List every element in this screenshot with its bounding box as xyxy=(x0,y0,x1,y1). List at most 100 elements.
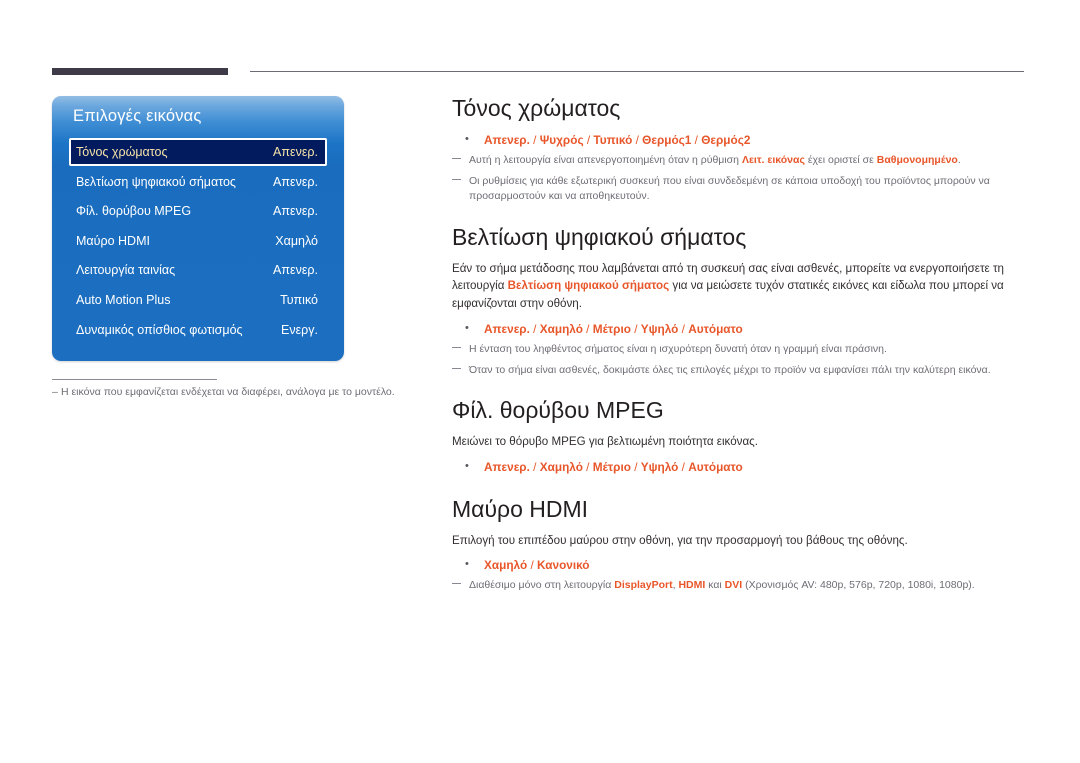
section-paragraph-0: Επιλογή του επιπέδου μαύρου στην οθόνη, … xyxy=(452,532,1024,550)
text-run-opt: Υψηλό xyxy=(640,321,679,336)
text-run-plain: Οι ρυθμίσεις για κάθε εξωτερική συσκευή … xyxy=(469,174,990,203)
section-paragraph-0: Μειώνει το θόρυβο MPEG για βελτιωμένη πο… xyxy=(452,433,1024,451)
osd-row-value: Απενερ. xyxy=(273,145,318,159)
text-run-sep: / xyxy=(529,321,540,336)
osd-row-value: Απενερ. xyxy=(273,174,318,189)
note-dash-icon xyxy=(452,157,461,160)
osd-row-0[interactable]: Τόνος χρώματος Απενερ. xyxy=(69,138,327,166)
osd-row-label: Τόνος χρώματος xyxy=(76,145,168,159)
osd-panel-title: Επιλογές εικόνας xyxy=(73,107,202,125)
note-item-1: Οι ρυθμίσεις για κάθε εξωτερική συσκευή … xyxy=(452,174,1024,206)
page-header-rules xyxy=(0,0,1080,90)
section-2: Φίλ. θορύβου MPEG Μειώνει το θόρυβο MPEG … xyxy=(452,398,1024,476)
osd-row-label: Μαύρο HDMI xyxy=(76,233,150,248)
text-run-opt: Θερμός1 xyxy=(642,132,692,147)
text-run-hl: HDMI xyxy=(678,579,706,592)
section-paragraph-0: Εάν το σήμα μετάδοσης που λαμβάνεται από… xyxy=(452,260,1024,313)
text-run-hl: DVI xyxy=(724,579,743,592)
text-run-sep: / xyxy=(582,321,593,336)
text-run-opt: Χαμηλό xyxy=(484,558,528,573)
section-heading: Βελτίωση ψηφιακού σήματος xyxy=(452,224,747,251)
header-accent-bar xyxy=(52,68,228,75)
right-column: Τόνος χρώματος • Απενερ. / Ψυχρός / Τυπικό… xyxy=(452,95,1024,599)
footnote-text: Η εικόνα που εμφανίζεται ενδέχεται να δι… xyxy=(61,386,395,398)
text-run-plain: Διαθέσιμο μόνο στη λειτουργία xyxy=(469,579,615,592)
text-run-plain: Επιλογή του επιπέδου μαύρου στην οθόνη, … xyxy=(452,533,908,547)
osd-row-value: Χαμηλό xyxy=(275,233,318,248)
note-dash-icon xyxy=(452,178,461,181)
text-run-opt: Αυτόματο xyxy=(688,321,743,336)
note-list: Διαθέσιμο μόνο στη λειτουργία DisplayPor… xyxy=(452,578,1024,594)
osd-row-value: Ενεργ. xyxy=(281,322,318,337)
text-run-plain: Μειώνει το θόρυβο MPEG για βελτιωμένη πο… xyxy=(452,435,758,449)
bullet-icon: • xyxy=(465,321,469,334)
option-list: • Χαμηλό / Κανονικό xyxy=(452,556,1024,575)
osd-row-2[interactable]: Φίλ. θορύβου MPEG Απενερ. xyxy=(69,198,327,224)
option-item-0: • Χαμηλό / Κανονικό xyxy=(452,556,1024,575)
text-run-sep: / xyxy=(583,132,594,147)
text-run-opt: Μέτριο xyxy=(592,321,631,336)
text-run-sep: / xyxy=(529,459,540,474)
osd-row-5[interactable]: Auto Motion Plus Τυπικό xyxy=(69,287,327,313)
section-heading: Φίλ. θορύβου MPEG xyxy=(452,397,664,424)
osd-row-4[interactable]: Λειτουργία ταινίας Απενερ. xyxy=(69,257,327,283)
text-run-plain: (Χρονισμός AV: 480p, 576p, 720p, 1080i, … xyxy=(742,579,975,592)
note-list: Αυτή η λειτουργία είναι απενεργοποιημένη… xyxy=(452,153,1024,205)
text-run-sep: / xyxy=(691,132,702,147)
note-item-0: Η ένταση του ληφθέντος σήματος είναι η ι… xyxy=(452,342,1024,358)
option-list: • Απενερ. / Χαμηλό / Μέτριο / Υψηλό / Αυτ… xyxy=(452,320,1024,339)
note-dash-icon xyxy=(452,346,461,349)
header-divider-line xyxy=(250,71,1024,72)
text-run-opt: Υψηλό xyxy=(640,459,679,474)
text-run-plain: έχει οριστεί σε xyxy=(804,153,877,166)
osd-row-label: Λειτουργία ταινίας xyxy=(76,263,176,278)
text-run-sep: / xyxy=(678,321,689,336)
bullet-icon: • xyxy=(465,558,469,571)
option-item-0: • Απενερ. / Χαμηλό / Μέτριο / Υψηλό / Αυτ… xyxy=(452,320,1024,339)
option-list: • Απενερ. / Χαμηλό / Μέτριο / Υψηλό / Αυτ… xyxy=(452,458,1024,477)
osd-row-label: Auto Motion Plus xyxy=(76,293,171,307)
osd-row-6[interactable]: Δυναμικός οπίσθιος φωτισμός Ενεργ. xyxy=(69,317,327,343)
text-run-hl: DisplayPort xyxy=(614,579,673,592)
option-list: • Απενερ. / Ψυχρός / Τυπικό / Θερμός1 / Θ… xyxy=(452,131,1024,150)
text-run-sep: / xyxy=(527,558,538,573)
text-run-sep: / xyxy=(582,459,593,474)
option-item-0: • Απενερ. / Ψυχρός / Τυπικό / Θερμός1 / Θ… xyxy=(452,131,1024,150)
osd-row-label: Φίλ. θορύβου MPEG xyxy=(76,204,192,219)
text-run-hl: Βαθμονομημένο xyxy=(876,153,958,166)
bullet-icon: • xyxy=(465,459,469,472)
option-item-0: • Απενερ. / Χαμηλό / Μέτριο / Υψηλό / Αυτ… xyxy=(452,458,1024,477)
text-run-plain: Αυτή η λειτουργία είναι απενεργοποιημένη… xyxy=(469,153,742,166)
osd-row-label: Δυναμικός οπίσθιος φωτισμός xyxy=(76,322,243,337)
osd-row-value: Απενερ. xyxy=(273,204,318,219)
text-run-plain: και xyxy=(705,579,725,592)
section-3: Μαύρο HDMI Επιλογή του επιπέδου μαύρου στ… xyxy=(452,496,1024,594)
text-run-sep: / xyxy=(529,132,540,147)
text-run-opt: Χαμηλό xyxy=(539,459,583,474)
footnote-dash-icon: – xyxy=(52,386,58,398)
text-run-opt: Μέτριο xyxy=(592,459,631,474)
text-run-opt: Θερμός2 xyxy=(701,132,751,147)
text-run-sep: / xyxy=(630,459,641,474)
text-run-plain: . xyxy=(957,153,961,166)
text-run-sep: / xyxy=(678,459,689,474)
text-run-plain: Η ένταση του ληφθέντος σήματος είναι η ι… xyxy=(469,342,887,355)
text-run-sep: / xyxy=(632,132,643,147)
text-run-plain: Όταν το σήμα είναι ασθενές, δοκιμάστε όλ… xyxy=(469,363,991,376)
note-dash-icon xyxy=(452,367,461,370)
section-0: Τόνος χρώματος • Απενερ. / Ψυχρός / Τυπικό… xyxy=(452,95,1024,205)
footnote-divider xyxy=(52,379,217,380)
osd-footnote: – Η εικόνα που εμφανίζεται ενδέχεται να δ… xyxy=(52,386,452,398)
text-run-hl: Βελτίωση ψηφιακού σήματος xyxy=(507,279,670,293)
note-item-0: Αυτή η λειτουργία είναι απενεργοποιημένη… xyxy=(452,153,1024,169)
text-run-opt: Απενερ. xyxy=(484,321,530,336)
note-item-0: Διαθέσιμο μόνο στη λειτουργία DisplayPor… xyxy=(452,578,1024,594)
text-run-opt: Ψυχρός xyxy=(539,132,584,147)
osd-row-1[interactable]: Βελτίωση ψηφιακού σήματος Απενερ. xyxy=(69,169,327,195)
osd-row-value: Απενερ. xyxy=(273,263,318,278)
text-run-opt: Χαμηλό xyxy=(539,321,583,336)
text-run-sep: / xyxy=(630,321,641,336)
osd-row-3[interactable]: Μαύρο HDMI Χαμηλό xyxy=(69,228,327,254)
section-1: Βελτίωση ψηφιακού σήματος Εάν το σήμα μετ… xyxy=(452,224,1024,378)
bullet-icon: • xyxy=(465,132,469,145)
